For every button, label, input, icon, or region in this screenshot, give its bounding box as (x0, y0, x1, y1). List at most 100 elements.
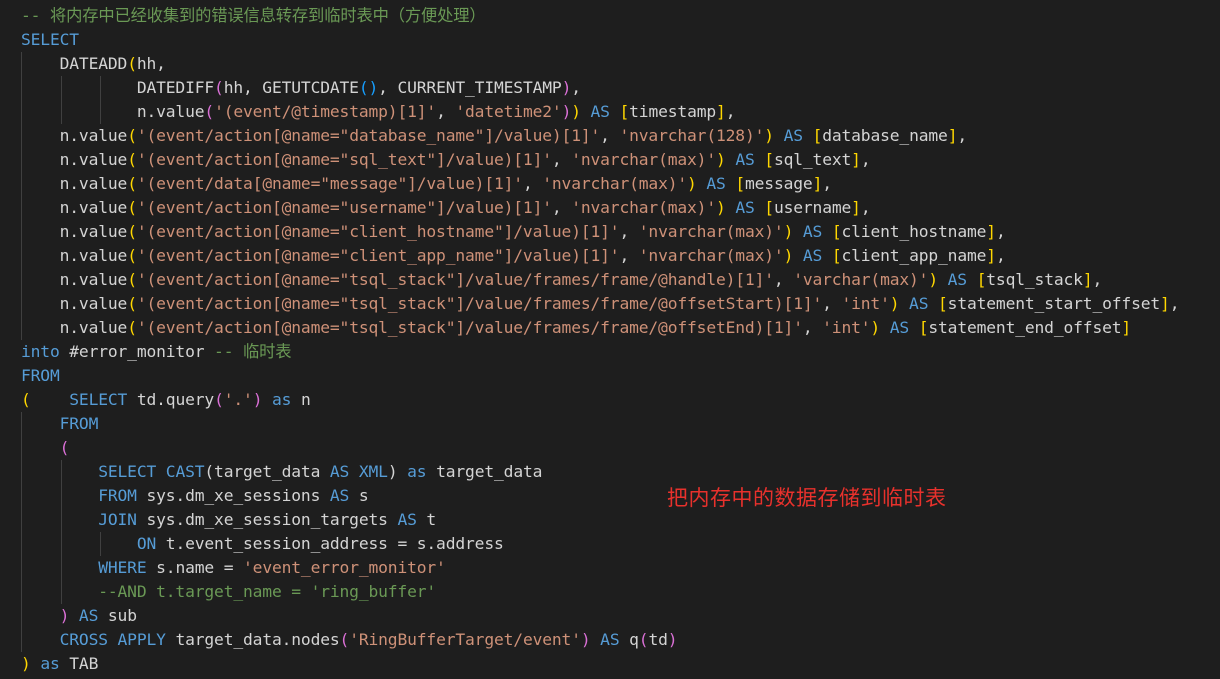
bracket-token: ( (127, 198, 137, 217)
code-line[interactable]: ON t.event_session_address = s.address (21, 532, 1179, 556)
bracket-token: ) (580, 630, 591, 649)
bracket-token: ( (214, 390, 224, 409)
identifier-token: , (619, 222, 639, 241)
code-editor[interactable]: -- 将内存中已经收集到的错误信息转存到临时表中（方便处理） SELECT DAT… (21, 4, 1179, 676)
identifier-token (21, 438, 60, 457)
bracket-token: [ (764, 150, 774, 169)
string-token: '(event/action[@name="tsql_stack"]/value… (136, 270, 774, 289)
code-line[interactable]: n.value('(event/action[@name="sql_text"]… (21, 148, 1179, 172)
keyword-token: AS (802, 222, 823, 241)
code-line[interactable]: DATEDIFF(hh, GETUTCDATE(), CURRENT_TIMES… (21, 76, 1179, 100)
code-line[interactable]: CROSS APPLY target_data.nodes('RingBuffe… (21, 628, 1179, 652)
code-line[interactable]: n.value('(event/action[@name="client_hos… (21, 220, 1179, 244)
bracket-token: [ (735, 174, 745, 193)
identifier-token: n.value (21, 270, 128, 289)
identifier-token: message (744, 174, 813, 193)
identifier-token: , (860, 198, 871, 217)
code-line[interactable]: SELECT CAST(target_data AS XML) as targe… (21, 460, 1179, 484)
bracket-token: [ (918, 318, 929, 337)
identifier-token (69, 606, 79, 625)
code-line[interactable]: FROM sys.dm_xe_sessions AS s (21, 484, 1179, 508)
code-line[interactable]: DATEADD(hh, (21, 52, 1179, 76)
code-line[interactable]: ) AS sub (21, 604, 1179, 628)
string-token: 'nvarchar(max)' (638, 246, 784, 265)
bracket-token: [ (619, 102, 630, 121)
identifier-token: n.value (21, 174, 128, 193)
indent-guide (100, 532, 102, 556)
bracket-token: ( (214, 78, 224, 97)
identifier-token: , (725, 102, 736, 121)
identifier-token: n.value (21, 222, 128, 241)
string-token: '(event/action[@name="username"]/value)[… (136, 198, 552, 217)
identifier-token: tsql_stack (986, 270, 1083, 289)
bracket-token: ( (127, 294, 137, 313)
identifier-token (822, 246, 832, 265)
identifier-token (726, 198, 736, 217)
identifier-token (21, 606, 60, 625)
bracket-token: ( (127, 318, 137, 337)
bracket-token: ) (716, 150, 726, 169)
code-line[interactable]: --AND t.target_name = 'ring_buffer' (21, 580, 1179, 604)
code-line[interactable]: n.value('(event/action[@name="tsql_stack… (21, 292, 1180, 316)
identifier-token: , (600, 126, 620, 145)
code-line[interactable]: FROM (21, 364, 1179, 388)
bracket-token: ] (986, 222, 996, 241)
comment-token: -- 将内存中已经收集到的错误信息转存到临时表中（方便处理） (21, 6, 486, 25)
keyword-token: SELECT (98, 462, 157, 481)
identifier-token (774, 126, 784, 145)
code-line[interactable]: n.value('(event/@timestamp)[1]', 'dateti… (21, 100, 1179, 124)
identifier-token: , (995, 246, 1006, 265)
string-token: '(event/data[@name="message"]/value)[1]' (136, 174, 523, 193)
code-line[interactable]: WHERE s.name = 'event_error_monitor' (21, 556, 1179, 580)
code-line[interactable]: into #error_monitor -- 临时表 (21, 340, 1179, 364)
code-line[interactable]: ) as TAB (21, 652, 1179, 676)
code-line[interactable]: n.value('(event/action[@name="database_n… (21, 124, 1179, 148)
code-line[interactable]: FROM (21, 412, 1179, 436)
identifier-token: , (822, 294, 842, 313)
comment-token: --AND t.target_name = 'ring_buffer' (98, 582, 437, 601)
identifier-token (726, 150, 736, 169)
identifier-token (938, 270, 948, 289)
identifier-token: , (522, 174, 543, 193)
string-token: '(event/action[@name="client_app_name"]/… (136, 246, 620, 265)
identifier-token: DATEDIFF (21, 78, 215, 97)
code-line[interactable]: n.value('(event/action[@name="username"]… (21, 196, 1179, 220)
indent-guide (100, 76, 102, 124)
identifier-token: #error_monitor (59, 342, 215, 361)
bracket-token: ( (127, 126, 137, 145)
identifier-token: sql_text (773, 150, 852, 169)
code-line[interactable]: ( (21, 436, 1179, 460)
identifier-token: statement_end_offset (928, 318, 1122, 337)
identifier-token: n.value (21, 246, 128, 265)
bracket-token: ) (870, 318, 881, 337)
code-line[interactable]: JOIN sys.dm_xe_session_targets AS t (21, 508, 1179, 532)
bracket-token: ( (127, 270, 137, 289)
bracket-token: ) (561, 78, 572, 97)
code-line[interactable]: ( SELECT td.query('.') as n (21, 388, 1179, 412)
bracket-token: ) (928, 270, 938, 289)
keyword-token: FROM (59, 414, 99, 433)
indent-guide (21, 412, 22, 652)
code-line[interactable]: n.value('(event/action[@name="tsql_stack… (21, 268, 1179, 292)
code-line[interactable]: n.value('(event/action[@name="client_app… (21, 244, 1179, 268)
bracket-token: ) (783, 222, 794, 241)
identifier-token: s (349, 486, 369, 505)
bracket-token: [ (976, 270, 987, 289)
keyword-token: AS (735, 198, 755, 217)
identifier-token (697, 174, 707, 193)
identifier-token: , (802, 318, 823, 337)
identifier-token: , (822, 174, 832, 193)
code-line[interactable]: SELECT (21, 28, 1179, 52)
bracket-token: ] (716, 102, 726, 121)
keyword-token: FROM (98, 486, 137, 505)
code-line[interactable]: n.value('(event/action[@name="tsql_stack… (21, 316, 1179, 340)
code-line[interactable]: -- 将内存中已经收集到的错误信息转存到临时表中（方便处理） (21, 4, 1179, 28)
code-line[interactable]: n.value('(event/data[@name="message"]/va… (21, 172, 1179, 196)
identifier-token: q (619, 630, 639, 649)
identifier-token: n.value (21, 126, 128, 145)
bracket-token: ( (204, 102, 215, 121)
bracket-token: ) (571, 102, 581, 121)
bracket-token: [ (831, 222, 842, 241)
bracket-token: ( (127, 150, 137, 169)
identifier-token (793, 246, 803, 265)
